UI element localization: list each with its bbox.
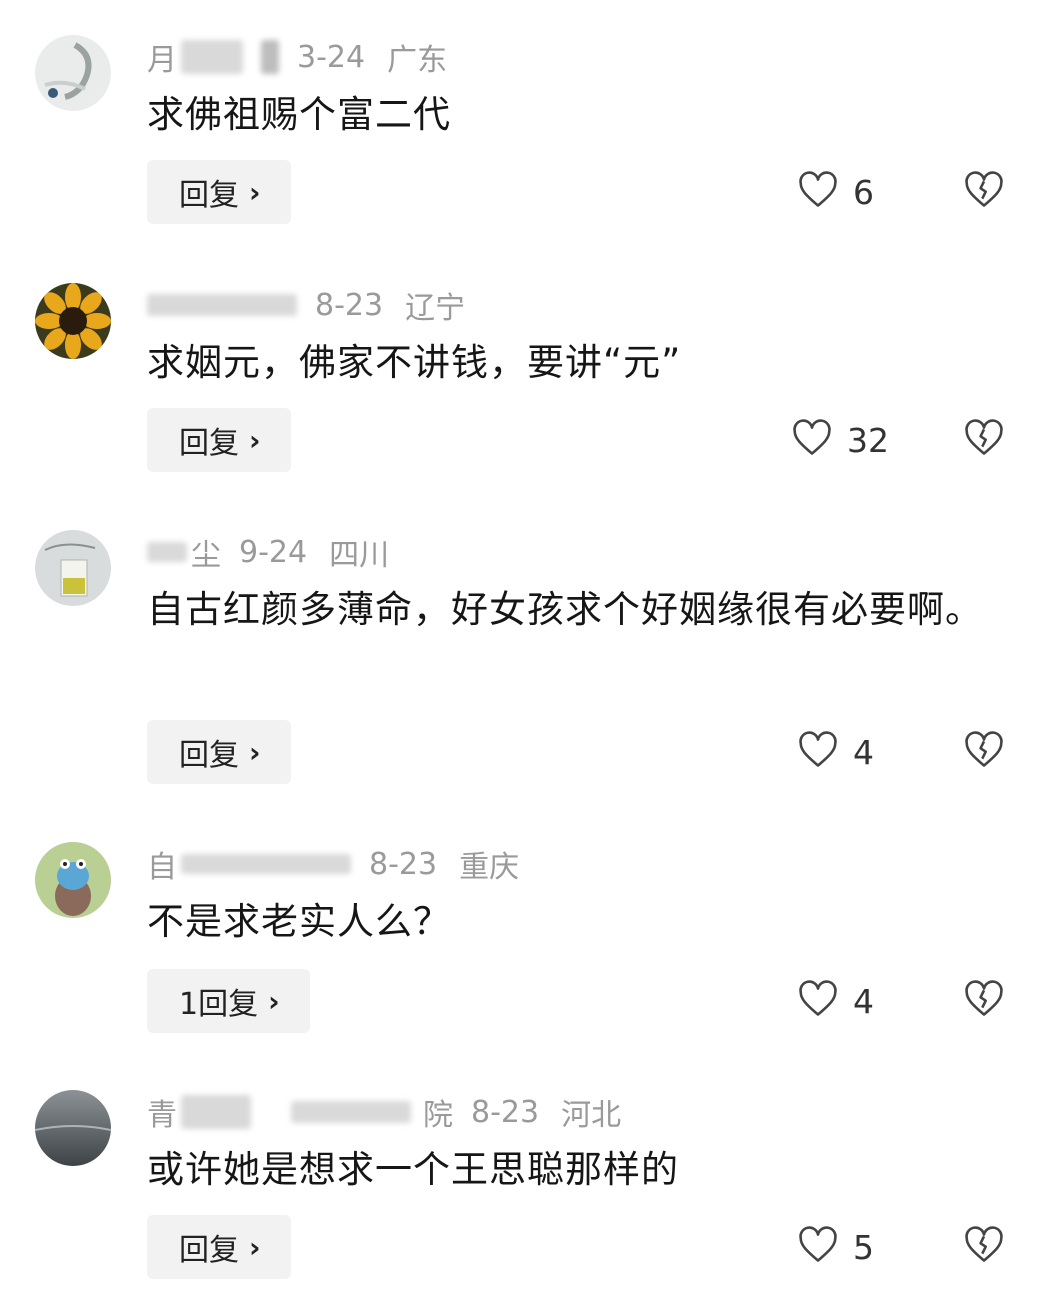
like-button[interactable]: 4 xyxy=(797,969,889,1033)
reply-button[interactable]: 回复 › xyxy=(147,160,291,224)
comment-text: 求姻元，佛家不讲钱，要讲“元” xyxy=(147,341,682,384)
comment-date: 3-24 xyxy=(297,39,366,75)
reply-label: 回复 xyxy=(179,426,239,461)
dislike-button[interactable] xyxy=(963,969,1005,1033)
reply-label: 1回复 xyxy=(179,987,259,1022)
comment-date: 8-23 xyxy=(369,846,438,882)
heart-outline-icon xyxy=(797,1226,839,1268)
like-button[interactable]: 6 xyxy=(797,160,889,224)
heart-outline-icon xyxy=(797,731,839,773)
reply-label: 回复 xyxy=(179,1233,239,1268)
dislike-button[interactable] xyxy=(963,408,1005,472)
like-count: 32 xyxy=(847,420,889,460)
reply-button[interactable]: 1回复 › xyxy=(147,969,310,1033)
chevron-right-icon: › xyxy=(249,735,261,769)
reply-button[interactable]: 回复 › xyxy=(147,720,291,784)
comment-text: 自古红颜多薄命，好女孩求个好姻缘很有必要啊。 xyxy=(147,588,983,631)
heart-outline-icon xyxy=(797,171,839,213)
username[interactable]: 自 xyxy=(147,842,351,886)
broken-heart-icon xyxy=(963,1226,1005,1268)
comment-text: 求佛祖赐个富二代 xyxy=(147,93,451,136)
avatar[interactable] xyxy=(35,842,111,918)
broken-heart-icon xyxy=(963,419,1005,461)
avatar[interactable] xyxy=(35,1090,111,1166)
chevron-right-icon: › xyxy=(268,984,280,1018)
avatar[interactable] xyxy=(35,530,111,606)
comment-text: 不是求老实人么？ xyxy=(147,900,451,943)
dislike-button[interactable] xyxy=(963,720,1005,784)
comment-text: 或许她是想求一个王思聪那样的 xyxy=(147,1148,679,1191)
username[interactable]: 尘 xyxy=(147,530,221,574)
chevron-right-icon: › xyxy=(249,1230,261,1264)
username[interactable] xyxy=(147,294,297,316)
comment-date: 8-23 xyxy=(315,287,384,323)
comment-location: 河北 xyxy=(561,1098,622,1133)
like-button[interactable]: 5 xyxy=(797,1215,889,1279)
chevron-right-icon: › xyxy=(249,423,261,457)
broken-heart-icon xyxy=(963,980,1005,1022)
reply-label: 回复 xyxy=(179,738,239,773)
reply-button[interactable]: 回复 › xyxy=(147,1215,291,1279)
broken-heart-icon xyxy=(963,731,1005,773)
like-button[interactable]: 4 xyxy=(797,720,889,784)
like-count: 5 xyxy=(853,1227,874,1267)
like-count: 4 xyxy=(853,981,874,1021)
comment-location: 重庆 xyxy=(459,850,520,885)
dislike-button[interactable] xyxy=(963,160,1005,224)
comment-location: 辽宁 xyxy=(405,291,466,326)
reply-label: 回复 xyxy=(179,178,239,213)
heart-outline-icon xyxy=(797,980,839,1022)
heart-outline-icon xyxy=(791,419,833,461)
comment-date: 8-23 xyxy=(471,1094,540,1130)
avatar[interactable] xyxy=(35,35,111,111)
like-button[interactable]: 32 xyxy=(791,408,889,472)
chevron-right-icon: › xyxy=(249,175,261,209)
comment-location: 四川 xyxy=(329,538,390,573)
comment-location: 广东 xyxy=(387,43,448,78)
comment-date: 9-24 xyxy=(239,534,308,570)
username[interactable]: 青 院 xyxy=(147,1090,453,1134)
avatar[interactable] xyxy=(35,283,111,359)
like-count: 4 xyxy=(853,732,874,772)
like-count: 6 xyxy=(853,172,874,212)
dislike-button[interactable] xyxy=(963,1215,1005,1279)
broken-heart-icon xyxy=(963,171,1005,213)
reply-button[interactable]: 回复 › xyxy=(147,408,291,472)
username[interactable]: 月 xyxy=(147,35,279,79)
